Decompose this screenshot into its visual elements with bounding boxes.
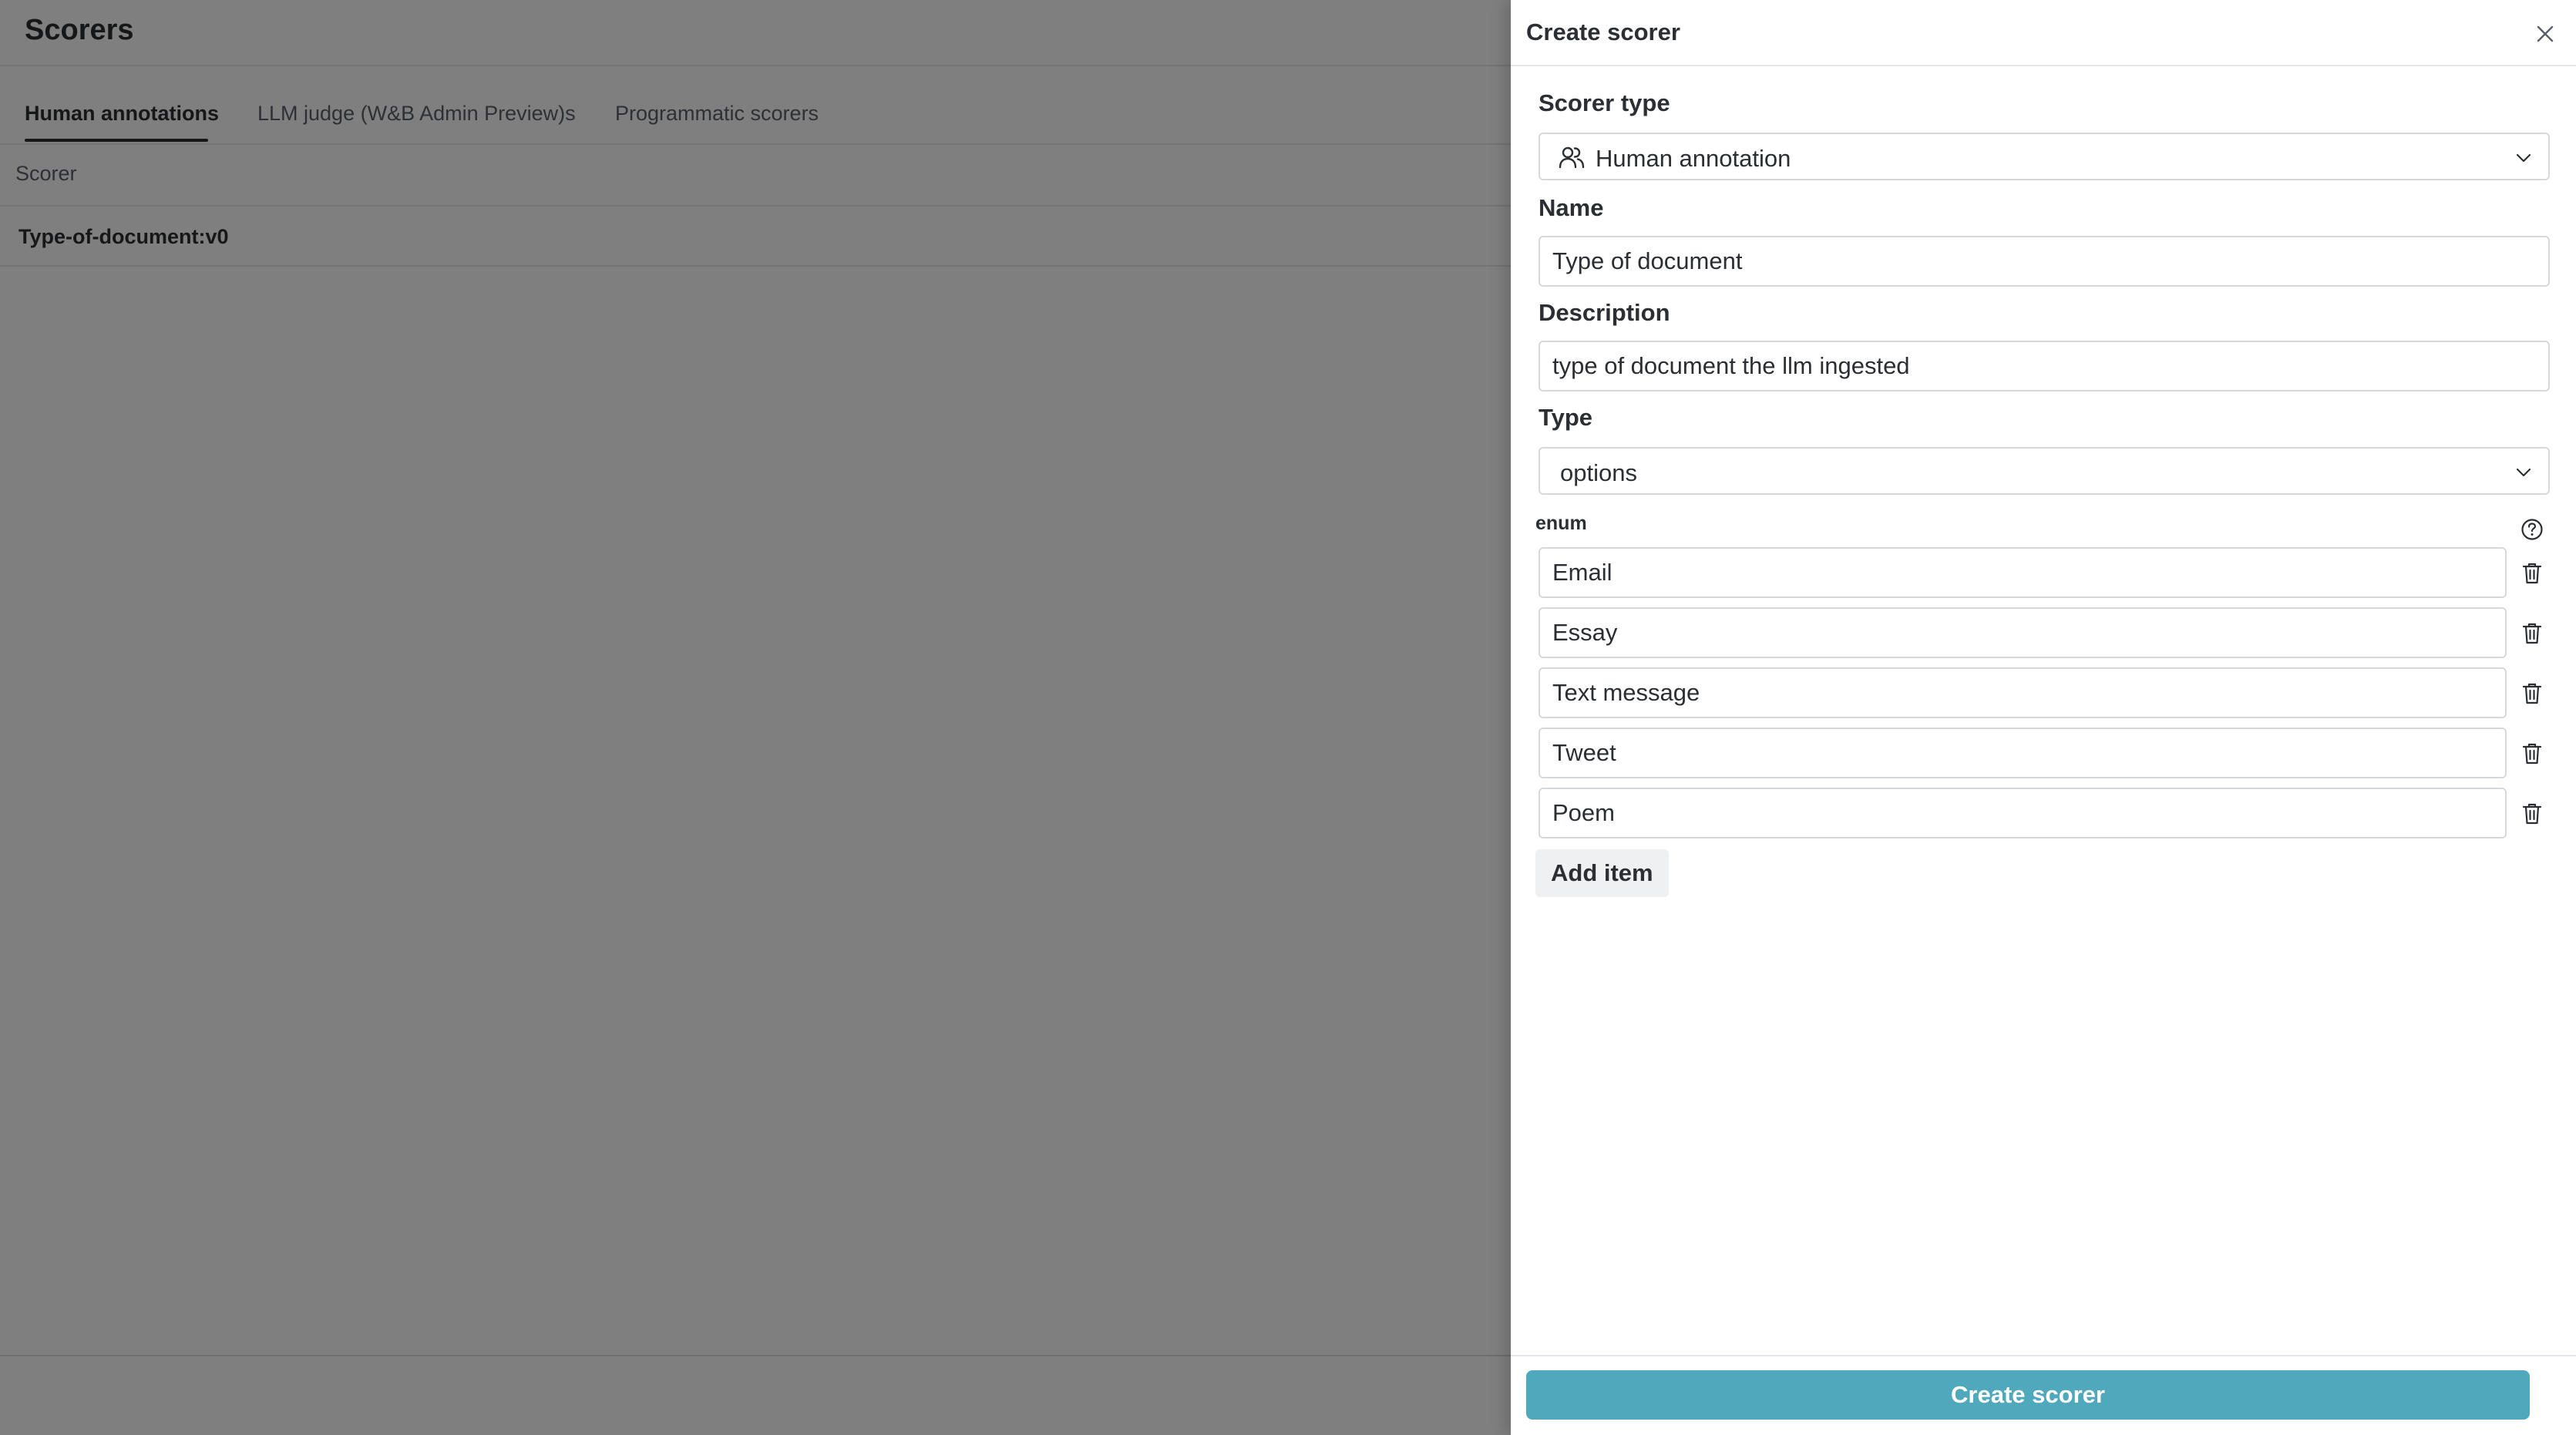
close-button[interactable]	[2530, 18, 2561, 49]
enum-item-input[interactable]	[1539, 728, 2507, 778]
scorer-type-select[interactable]: Human annotation	[1539, 133, 2550, 180]
delete-enum-item-button[interactable]	[2521, 801, 2544, 827]
type-value: options	[1560, 459, 1637, 486]
help-icon[interactable]	[2521, 518, 2544, 541]
drawer-header: Create scorer	[1511, 0, 2576, 66]
drawer-footer-divider	[1511, 1355, 2576, 1356]
description-label: Description	[1539, 299, 1670, 326]
trash-icon	[2522, 623, 2542, 644]
delete-enum-item-button[interactable]	[2521, 620, 2544, 647]
trash-icon	[2522, 803, 2542, 825]
scorer-type-label: Scorer type	[1539, 89, 1670, 116]
trash-icon	[2522, 683, 2542, 704]
type-select[interactable]: options	[1539, 447, 2550, 495]
drawer-title: Create scorer	[1526, 18, 1680, 45]
add-item-button[interactable]: Add item	[1535, 849, 1669, 897]
name-label: Name	[1539, 194, 1604, 221]
trash-icon	[2522, 563, 2542, 584]
enum-item-input[interactable]	[1539, 788, 2507, 838]
enum-item-input[interactable]	[1539, 547, 2507, 598]
enum-item-input[interactable]	[1539, 607, 2507, 658]
chevron-down-icon	[2516, 468, 2531, 477]
delete-enum-item-button[interactable]	[2521, 560, 2544, 586]
chevron-down-icon	[2516, 153, 2531, 163]
create-scorer-button[interactable]: Create scorer	[1526, 1370, 2530, 1420]
type-label: Type	[1539, 404, 1593, 431]
description-input[interactable]	[1539, 341, 2550, 392]
scorer-type-value: Human annotation	[1596, 145, 1791, 172]
enum-label: enum	[1535, 512, 1587, 534]
delete-enum-item-button[interactable]	[2521, 681, 2544, 707]
enum-item-input[interactable]	[1539, 667, 2507, 718]
create-scorer-drawer: Create scorer Scorer type Human annotati…	[1511, 0, 2576, 1435]
delete-enum-item-button[interactable]	[2521, 741, 2544, 767]
close-icon	[2537, 25, 2554, 42]
name-input[interactable]	[1539, 236, 2550, 287]
trash-icon	[2522, 743, 2542, 765]
users-icon	[1559, 146, 1585, 169]
